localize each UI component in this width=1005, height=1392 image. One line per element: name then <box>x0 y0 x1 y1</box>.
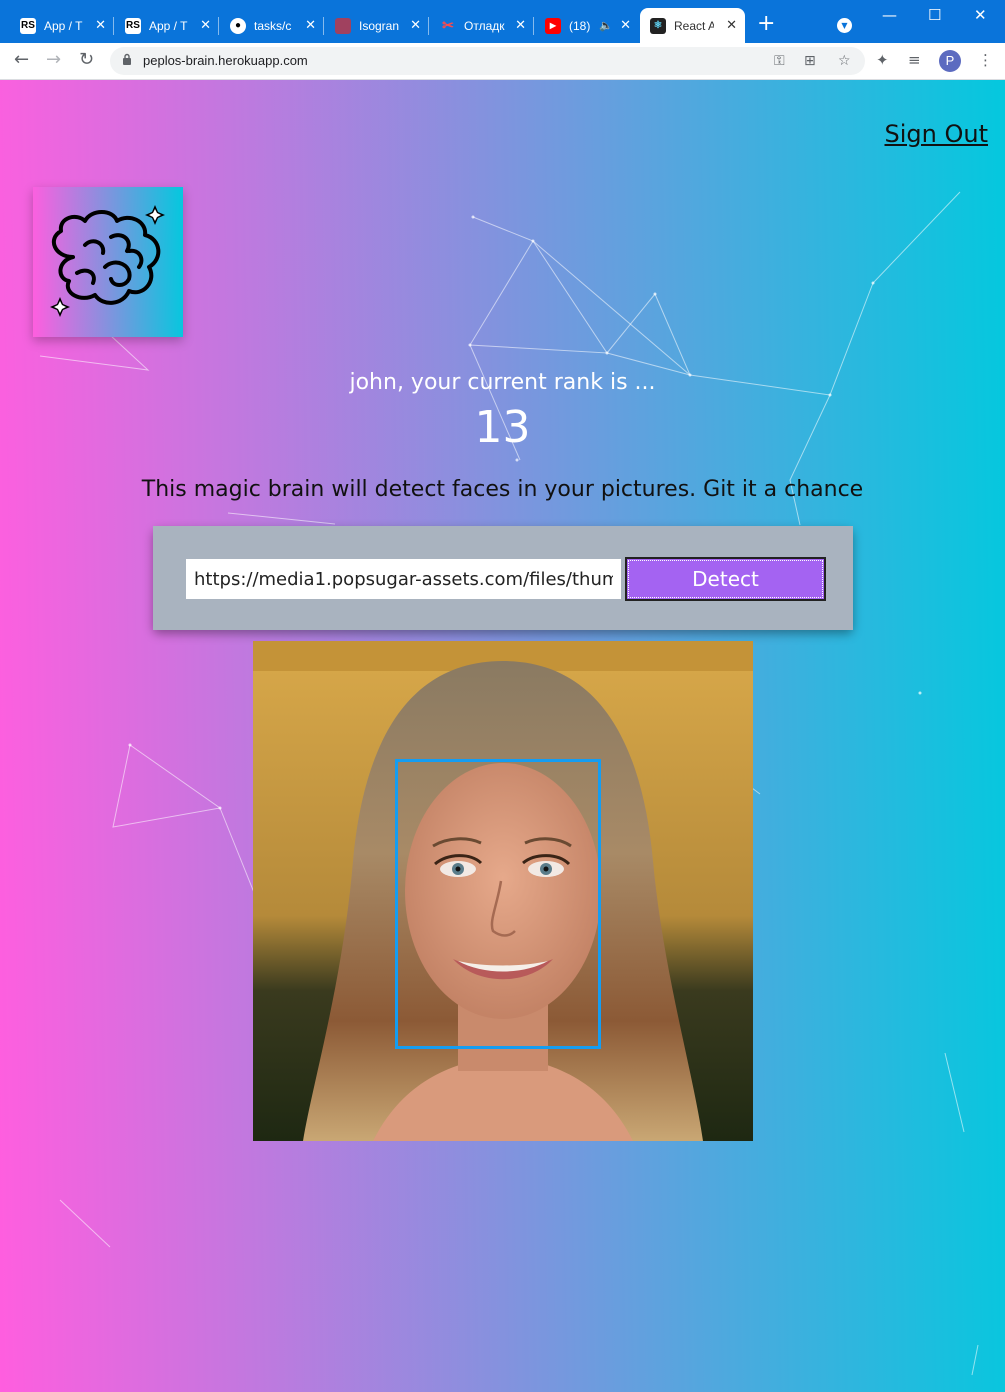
extensions-icon[interactable]: ✦ <box>876 52 889 68</box>
window-close-icon[interactable]: ✕ <box>974 6 987 24</box>
tab-search-icon[interactable]: ▼ <box>837 18 852 33</box>
tab-6[interactable]: ▶ (18) 🔈 ✕ <box>535 8 639 43</box>
rs-logo-icon: RS <box>125 17 141 34</box>
tab-label: (18) <box>569 18 591 33</box>
isogram-icon <box>335 17 351 34</box>
app-description: This magic brain will detect faces in yo… <box>141 477 864 502</box>
key-icon[interactable]: ⚿ <box>774 53 785 69</box>
tab-label: App / T <box>44 18 83 33</box>
bookmark-star-icon[interactable]: ☆ <box>838 53 851 69</box>
close-icon[interactable]: ✕ <box>515 18 526 31</box>
close-icon[interactable]: ✕ <box>200 18 211 31</box>
close-icon[interactable]: ✕ <box>726 18 737 31</box>
tab-separator <box>428 17 429 35</box>
rank-value: 13 <box>474 402 531 453</box>
close-icon[interactable]: ✕ <box>95 18 106 31</box>
detect-button[interactable]: Detect <box>625 557 826 601</box>
tab-5[interactable]: ✂ Отладк ✕ <box>430 8 534 43</box>
tab-separator <box>218 17 219 35</box>
profile-avatar[interactable]: P <box>939 50 961 72</box>
tab-2[interactable]: RS App / T ✕ <box>115 8 219 43</box>
close-icon[interactable]: ✕ <box>305 18 316 31</box>
face-bounding-box <box>395 759 601 1049</box>
maximize-icon[interactable]: ☐ <box>928 6 941 24</box>
back-arrow-icon[interactable]: ← <box>14 51 29 69</box>
app-page: Sign Out john, your current rank is ... … <box>0 80 1005 1392</box>
tab-7-active[interactable]: ⚛ React A ✕ <box>640 8 745 43</box>
tab-label: tasks/c <box>254 18 292 33</box>
tab-3[interactable]: ● tasks/c ✕ <box>220 8 324 43</box>
sign-out-link[interactable]: Sign Out <box>885 120 989 148</box>
minimize-icon[interactable]: — <box>882 6 897 24</box>
translate-icon[interactable]: ⊞ <box>804 53 816 69</box>
close-icon[interactable]: ✕ <box>620 18 631 31</box>
new-tab-button[interactable]: + <box>757 13 775 35</box>
close-icon[interactable]: ✕ <box>410 18 421 31</box>
brain-logo[interactable] <box>33 187 183 337</box>
tab-separator <box>113 17 114 35</box>
tab-label: React A <box>674 18 714 33</box>
tab-separator <box>323 17 324 35</box>
tab-label: Отладк <box>464 18 505 33</box>
tab-label: Isogran <box>359 18 400 33</box>
react-icon: ⚛ <box>650 17 666 34</box>
browser-toolbar: ← → ↻ peplos-brain.herokuapp.com ⚿ ⊞ ☆ ✦… <box>0 43 1005 80</box>
image-url-input[interactable] <box>186 559 621 599</box>
reload-icon[interactable]: ↻ <box>79 51 94 69</box>
url-text: peplos-brain.herokuapp.com <box>143 53 308 68</box>
menu-kebab-icon[interactable]: ⋮ <box>978 52 993 68</box>
brain-icon <box>50 205 165 317</box>
lock-icon <box>123 53 131 65</box>
youtube-icon: ▶ <box>545 17 561 34</box>
media-control-icon[interactable]: ≡ <box>908 52 921 68</box>
tab-separator <box>533 17 534 35</box>
audio-playing-icon: 🔈 <box>599 20 613 32</box>
tab-4[interactable]: Isogran ✕ <box>325 8 429 43</box>
rs-logo-icon: RS <box>20 17 36 34</box>
address-bar[interactable]: peplos-brain.herokuapp.com ⚿ ⊞ ☆ <box>110 47 865 75</box>
image-link-form: Detect <box>153 526 853 630</box>
tab-strip: RS App / T ✕ RS App / T ✕ ● tasks/c ✕ Is… <box>0 0 1005 43</box>
debug-icon: ✂ <box>442 17 454 33</box>
rank-caption: john, your current rank is ... <box>349 370 656 395</box>
forward-arrow-icon[interactable]: → <box>46 51 61 69</box>
tab-1[interactable]: RS App / T ✕ <box>10 8 114 43</box>
face-image <box>253 641 753 1141</box>
github-icon: ● <box>230 17 246 34</box>
tab-label: App / T <box>149 18 188 33</box>
